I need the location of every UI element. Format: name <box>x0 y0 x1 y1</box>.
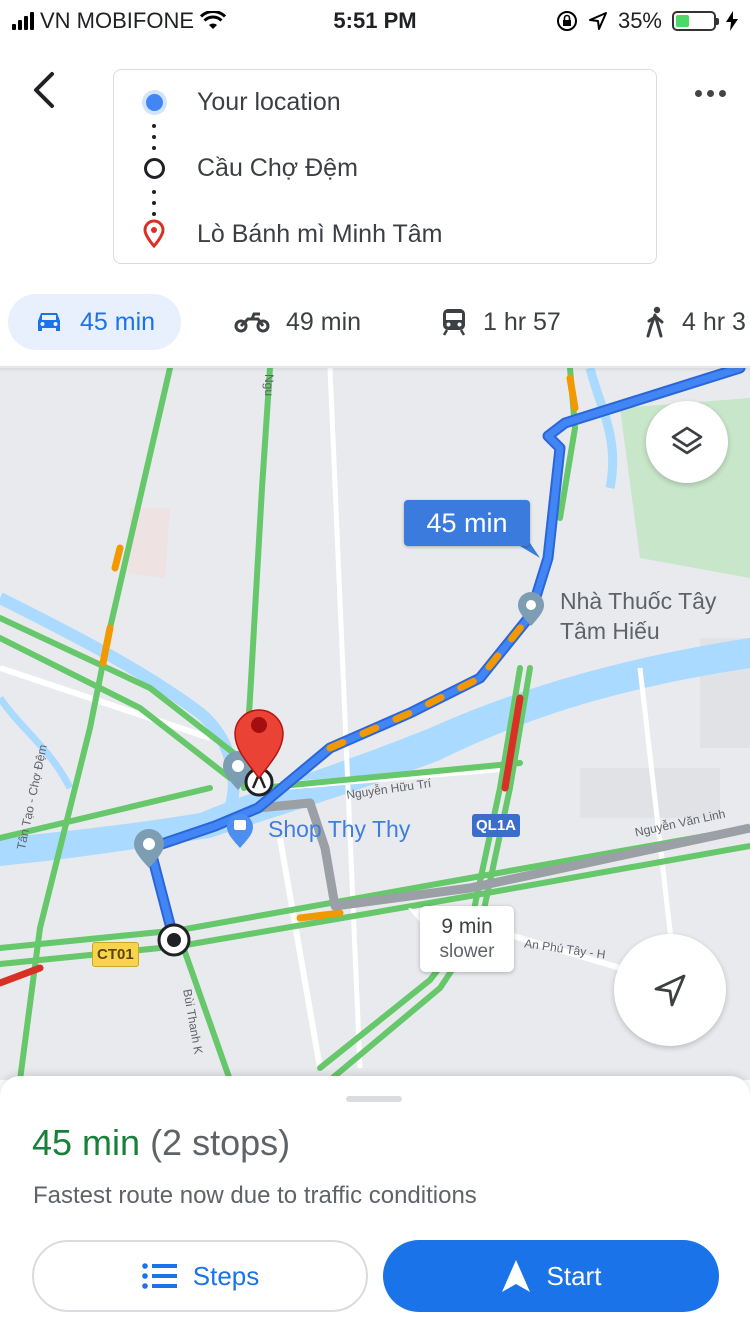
tab-walk-label: 4 hr 3 <box>682 307 746 336</box>
origin-row[interactable]: Your location <box>114 82 656 122</box>
connector-dots <box>152 190 156 216</box>
destination-pin-icon <box>143 219 165 249</box>
steps-label: Steps <box>192 1260 260 1291</box>
stop-circle-icon <box>143 157 165 179</box>
recenter-button[interactable] <box>614 934 726 1046</box>
eta-line: 45 min (2 stops) <box>32 1122 290 1164</box>
highway-shield-ql1a: QL1A <box>472 814 521 837</box>
battery-percent: 35% <box>617 8 662 33</box>
more-options-button[interactable] <box>688 78 732 108</box>
start-button[interactable]: Start <box>383 1240 719 1312</box>
connector-dots <box>152 124 156 150</box>
shop-label[interactable]: Shop Thy Thy <box>268 814 410 844</box>
road-label-top: Ngu <box>262 374 276 397</box>
navigation-arrow-icon <box>654 974 686 1007</box>
tab-motorbike-label: 49 min <box>286 307 362 336</box>
status-right: 35% <box>556 8 738 34</box>
header-shadow <box>0 366 750 372</box>
alternate-route-label[interactable]: 9 min slower <box>420 906 514 972</box>
alt-note: slower <box>439 941 495 962</box>
back-arrow-icon <box>34 72 54 108</box>
route-summary-sheet: 45 min (2 stops) Fastest route now due to… <box>0 1076 750 1336</box>
tab-transit[interactable]: 1 hr 57 <box>441 294 561 350</box>
route-time-label[interactable]: 45 min <box>404 500 530 546</box>
tab-drive-label: 45 min <box>80 307 156 336</box>
origin-dot-icon <box>145 93 163 111</box>
walk-icon <box>646 306 664 338</box>
tab-drive[interactable]: 45 min <box>8 294 182 350</box>
battery-icon <box>672 11 719 31</box>
back-button[interactable] <box>24 66 64 114</box>
rotation-lock-icon <box>556 11 577 31</box>
pharmacy-label-2[interactable]: Tâm Hiếu <box>560 616 660 646</box>
travel-mode-tabs: 45 min 49 min 1 hr 57 4 hr 3 <box>0 294 750 358</box>
location-arrow-icon <box>588 12 607 30</box>
origin-label: Your location <box>197 87 341 116</box>
list-icon <box>141 1263 177 1289</box>
navigation-start-icon <box>501 1260 530 1292</box>
car-icon <box>38 313 60 331</box>
motorbike-icon <box>234 312 270 333</box>
layers-button[interactable] <box>646 401 728 483</box>
eta-duration: 45 min <box>32 1122 141 1163</box>
eta-stops: (2 stops) <box>150 1122 291 1163</box>
tab-motorbike[interactable]: 49 min <box>234 294 361 350</box>
route-stops-box: Your location Cầu Chợ Đệm Lò Bánh mì Min… <box>113 69 657 264</box>
train-icon <box>442 309 466 336</box>
directions-header: Your location Cầu Chợ Đệm Lò Bánh mì Min… <box>0 40 750 368</box>
charging-bolt-icon <box>726 11 738 31</box>
destination-row[interactable]: Lò Bánh mì Minh Tâm <box>114 214 656 254</box>
highway-shield-ct01: CT01 <box>92 942 139 967</box>
alt-time: 9 min <box>441 915 493 938</box>
route-description: Fastest route now due to traffic conditi… <box>33 1182 477 1209</box>
drag-handle[interactable] <box>346 1096 402 1102</box>
pharmacy-label-1[interactable]: Nhà Thuốc Tây <box>560 586 716 616</box>
tab-walk[interactable]: 4 hr 3 <box>644 294 746 350</box>
map-view[interactable]: 45 min 9 min slower Nhà Thuốc Tây Tâm Hi… <box>0 368 750 1080</box>
stop-row[interactable]: Cầu Chợ Đệm <box>114 148 656 188</box>
layers-icon <box>671 426 703 455</box>
stop-label: Cầu Chợ Đệm <box>197 153 358 182</box>
start-label: Start <box>546 1260 602 1291</box>
status-bar: VN MOBIFONE 5:51 PM 35% <box>0 0 750 40</box>
steps-button[interactable]: Steps <box>32 1240 368 1312</box>
destination-label: Lò Bánh mì Minh Tâm <box>197 219 443 248</box>
tab-transit-label: 1 hr 57 <box>483 307 561 336</box>
